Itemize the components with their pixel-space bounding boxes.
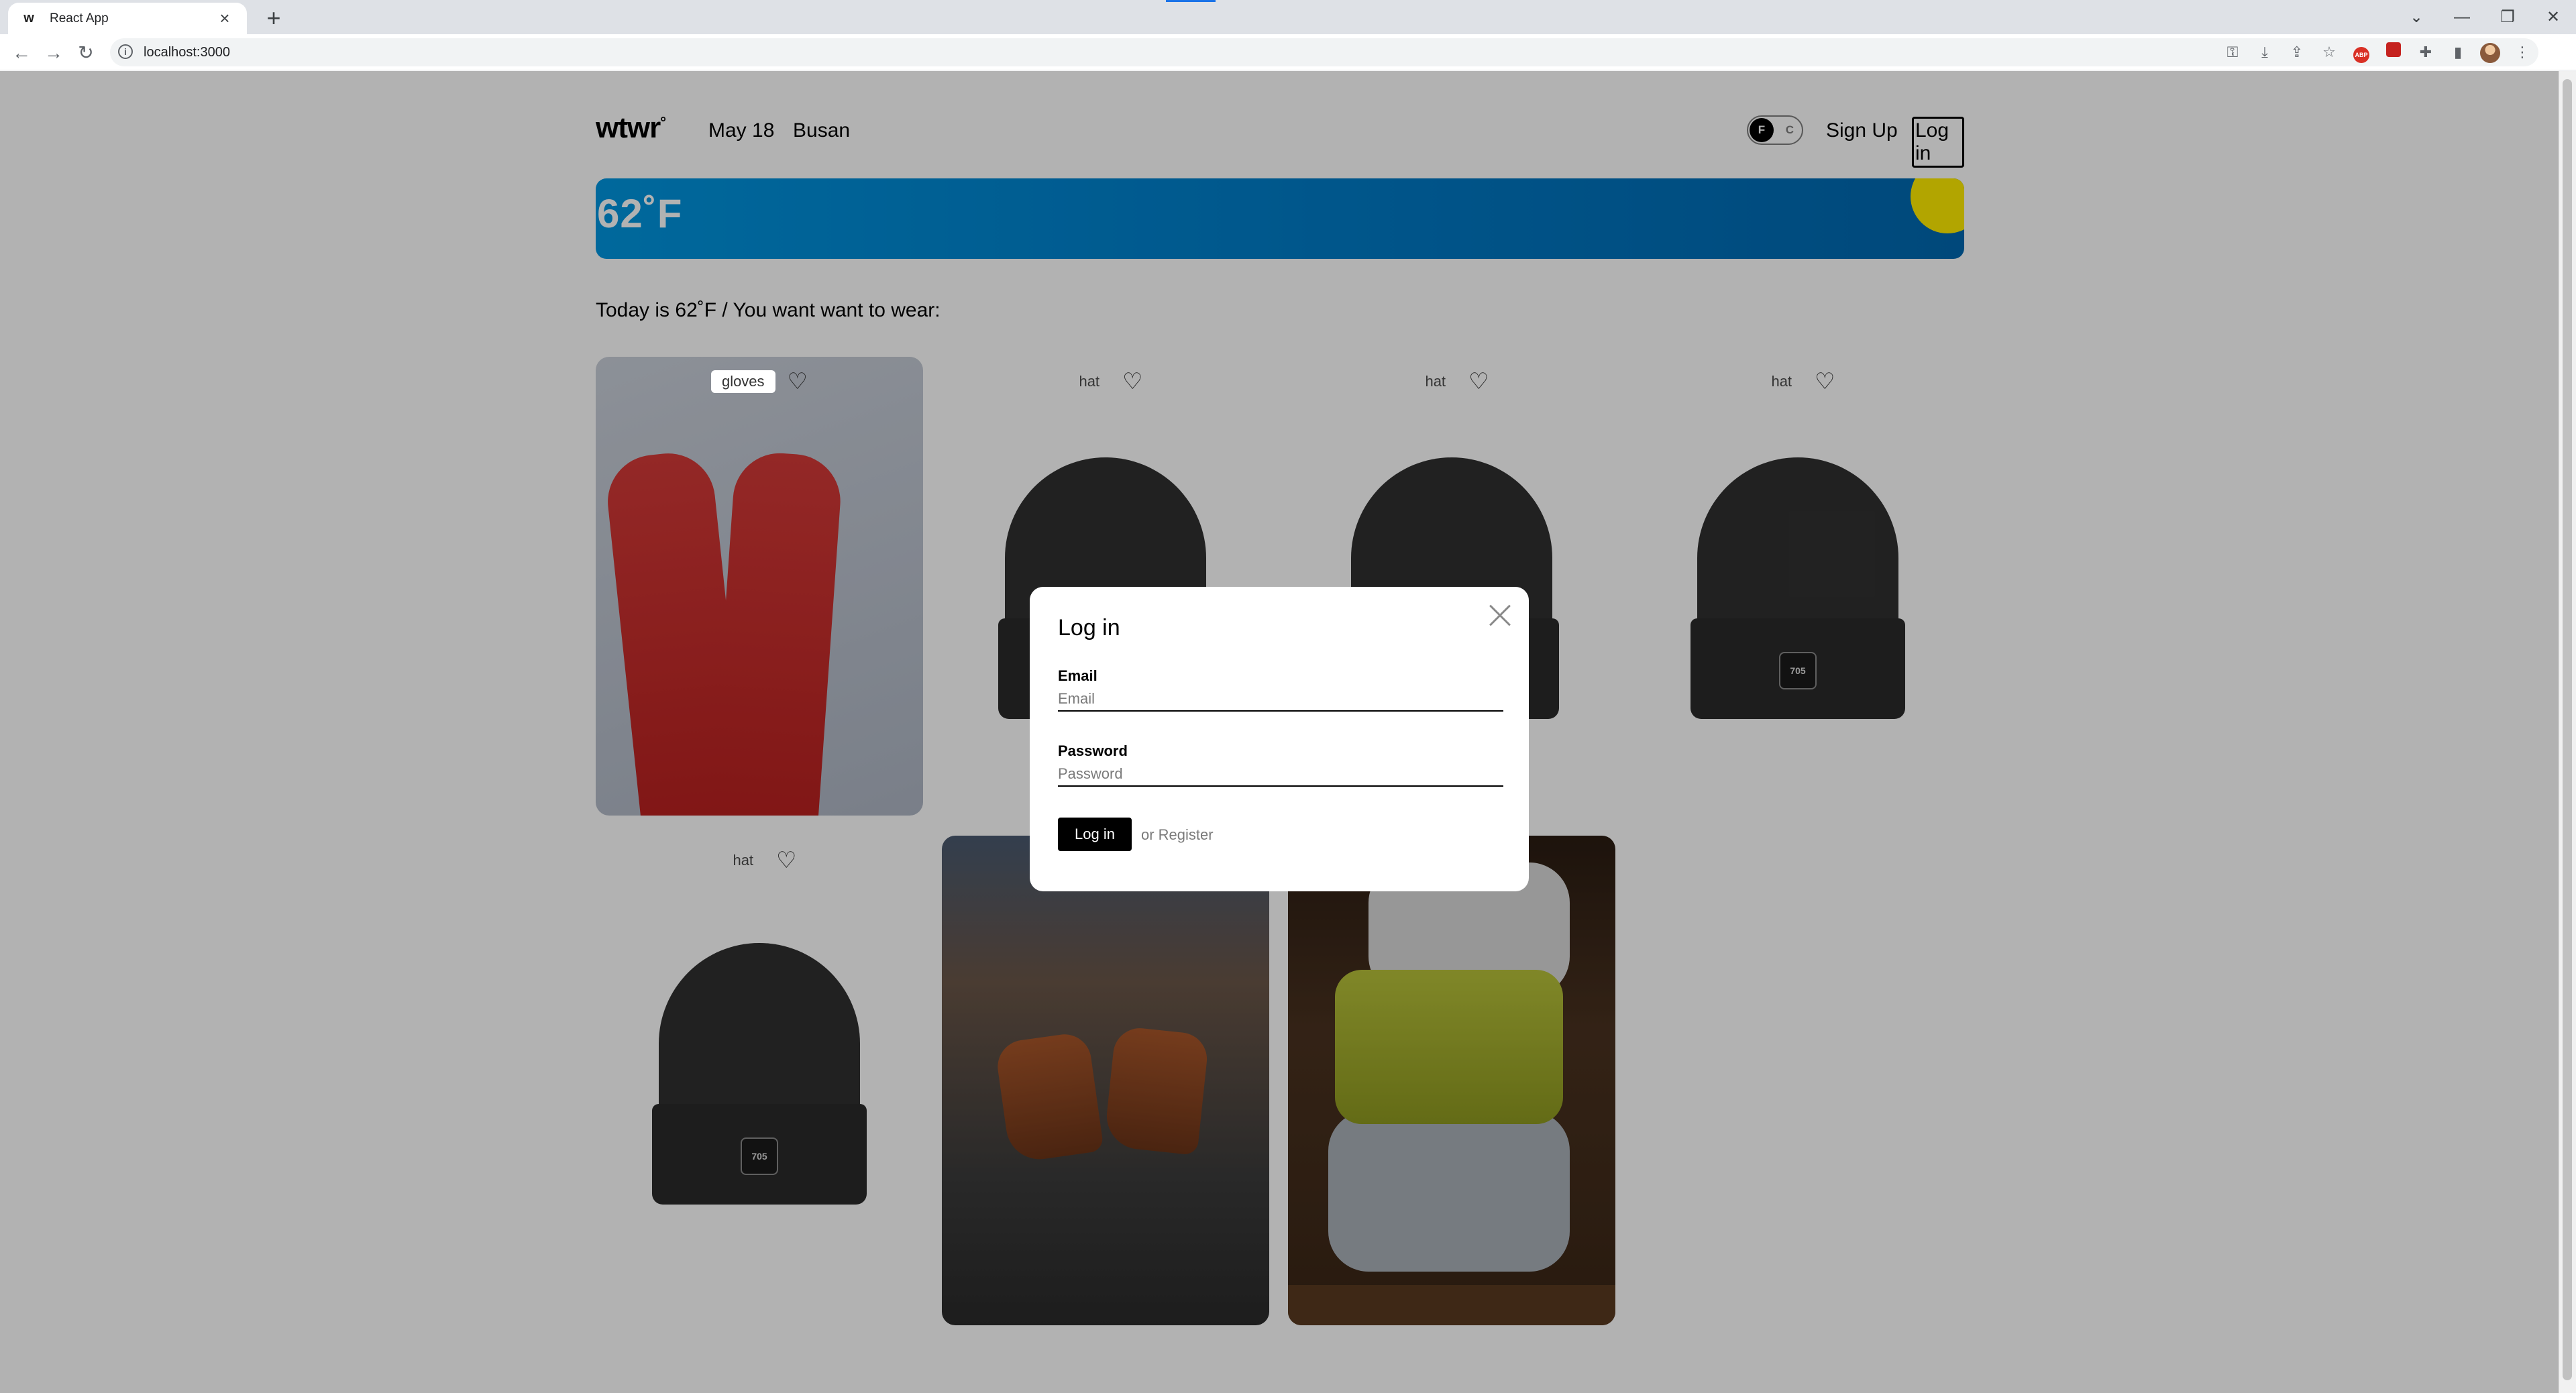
register-link[interactable]: or Register: [1141, 826, 1214, 844]
scrollbar[interactable]: [2559, 71, 2576, 1393]
page-viewport: wtwr° May 18 Busan F C Sign Up Log in 62…: [0, 71, 2576, 1393]
key-icon[interactable]: ⚿: [2216, 40, 2249, 64]
card-header: hat ♡: [942, 370, 1269, 393]
url-text[interactable]: localhost:3000: [144, 45, 230, 60]
star-icon[interactable]: ☆: [2313, 40, 2345, 64]
adblock-extension-icon[interactable]: ABP: [2345, 40, 2377, 64]
tab-title: React App: [50, 11, 109, 25]
menu-icon[interactable]: ⋮: [2506, 40, 2538, 64]
forward-button[interactable]: →: [40, 40, 67, 66]
card-header: hat ♡: [1634, 370, 1962, 393]
puzzle-extension-icon[interactable]: ✚: [2410, 40, 2442, 64]
card-name: gloves: [710, 370, 775, 393]
favicon-icon: w: [23, 11, 34, 25]
toolbar-icons: ⚿ ⤓ ⇪ ☆ ABP ✚ ▮ ⋮: [2216, 40, 2538, 64]
tab-search-icon[interactable]: ⌄: [2394, 7, 2439, 27]
card-name: hat: [1079, 373, 1100, 390]
modal-title: Log in: [1058, 615, 1120, 640]
back-button[interactable]: ←: [8, 40, 35, 66]
card-name: hat: [733, 852, 754, 869]
reload-button[interactable]: ↻: [72, 40, 99, 66]
email-label: Email: [1058, 667, 1097, 684]
minimize-button[interactable]: —: [2439, 8, 2485, 27]
heart-icon[interactable]: ♡: [776, 849, 796, 872]
tab-close-icon[interactable]: ×: [215, 8, 235, 29]
new-tab-button[interactable]: +: [260, 4, 287, 32]
heart-icon[interactable]: ♡: [1468, 370, 1489, 393]
heart-icon[interactable]: ♡: [1122, 370, 1142, 393]
card-header: gloves ♡: [596, 370, 923, 393]
card-name: hat: [1425, 373, 1446, 390]
close-window-button[interactable]: ✕: [2530, 7, 2576, 27]
address-bar[interactable]: i localhost:3000 ⚿ ⤓ ⇪ ☆ ABP ✚ ▮ ⋮: [110, 38, 2538, 66]
loading-indicator: [1166, 0, 1216, 2]
red-extension-icon[interactable]: [2377, 40, 2410, 64]
browser-tab[interactable]: w React App ×: [8, 3, 247, 34]
browser-tabstrip: w React App × + ⌄ — ❐ ✕: [0, 0, 2576, 34]
restore-button[interactable]: ❐: [2485, 7, 2530, 27]
profile-avatar[interactable]: [2474, 40, 2506, 64]
login-submit-button[interactable]: Log in: [1058, 818, 1132, 851]
card-header: hat ♡: [596, 849, 923, 872]
site-info-icon[interactable]: i: [118, 44, 133, 59]
close-icon[interactable]: [1486, 602, 1513, 628]
side-panel-icon[interactable]: ▮: [2442, 40, 2474, 64]
card-name: hat: [1771, 373, 1792, 390]
browser-toolbar: ← → ↻ i localhost:3000 ⚿ ⤓ ⇪ ☆ ABP ✚ ▮ ⋮: [0, 34, 2576, 70]
share-icon[interactable]: ⇪: [2281, 40, 2313, 64]
window-controls: ⌄ — ❐ ✕: [2394, 0, 2576, 34]
card-header: hat ♡: [1288, 370, 1615, 393]
install-icon[interactable]: ⤓: [2249, 40, 2281, 64]
password-field[interactable]: [1058, 763, 1503, 787]
heart-icon[interactable]: ♡: [1815, 370, 1835, 393]
heart-icon[interactable]: ♡: [788, 370, 808, 393]
scrollbar-thumb[interactable]: [2563, 79, 2572, 1380]
password-label: Password: [1058, 742, 1128, 759]
email-field[interactable]: [1058, 687, 1503, 712]
login-modal: Log in Email Password Log in or Register: [1030, 587, 1529, 891]
